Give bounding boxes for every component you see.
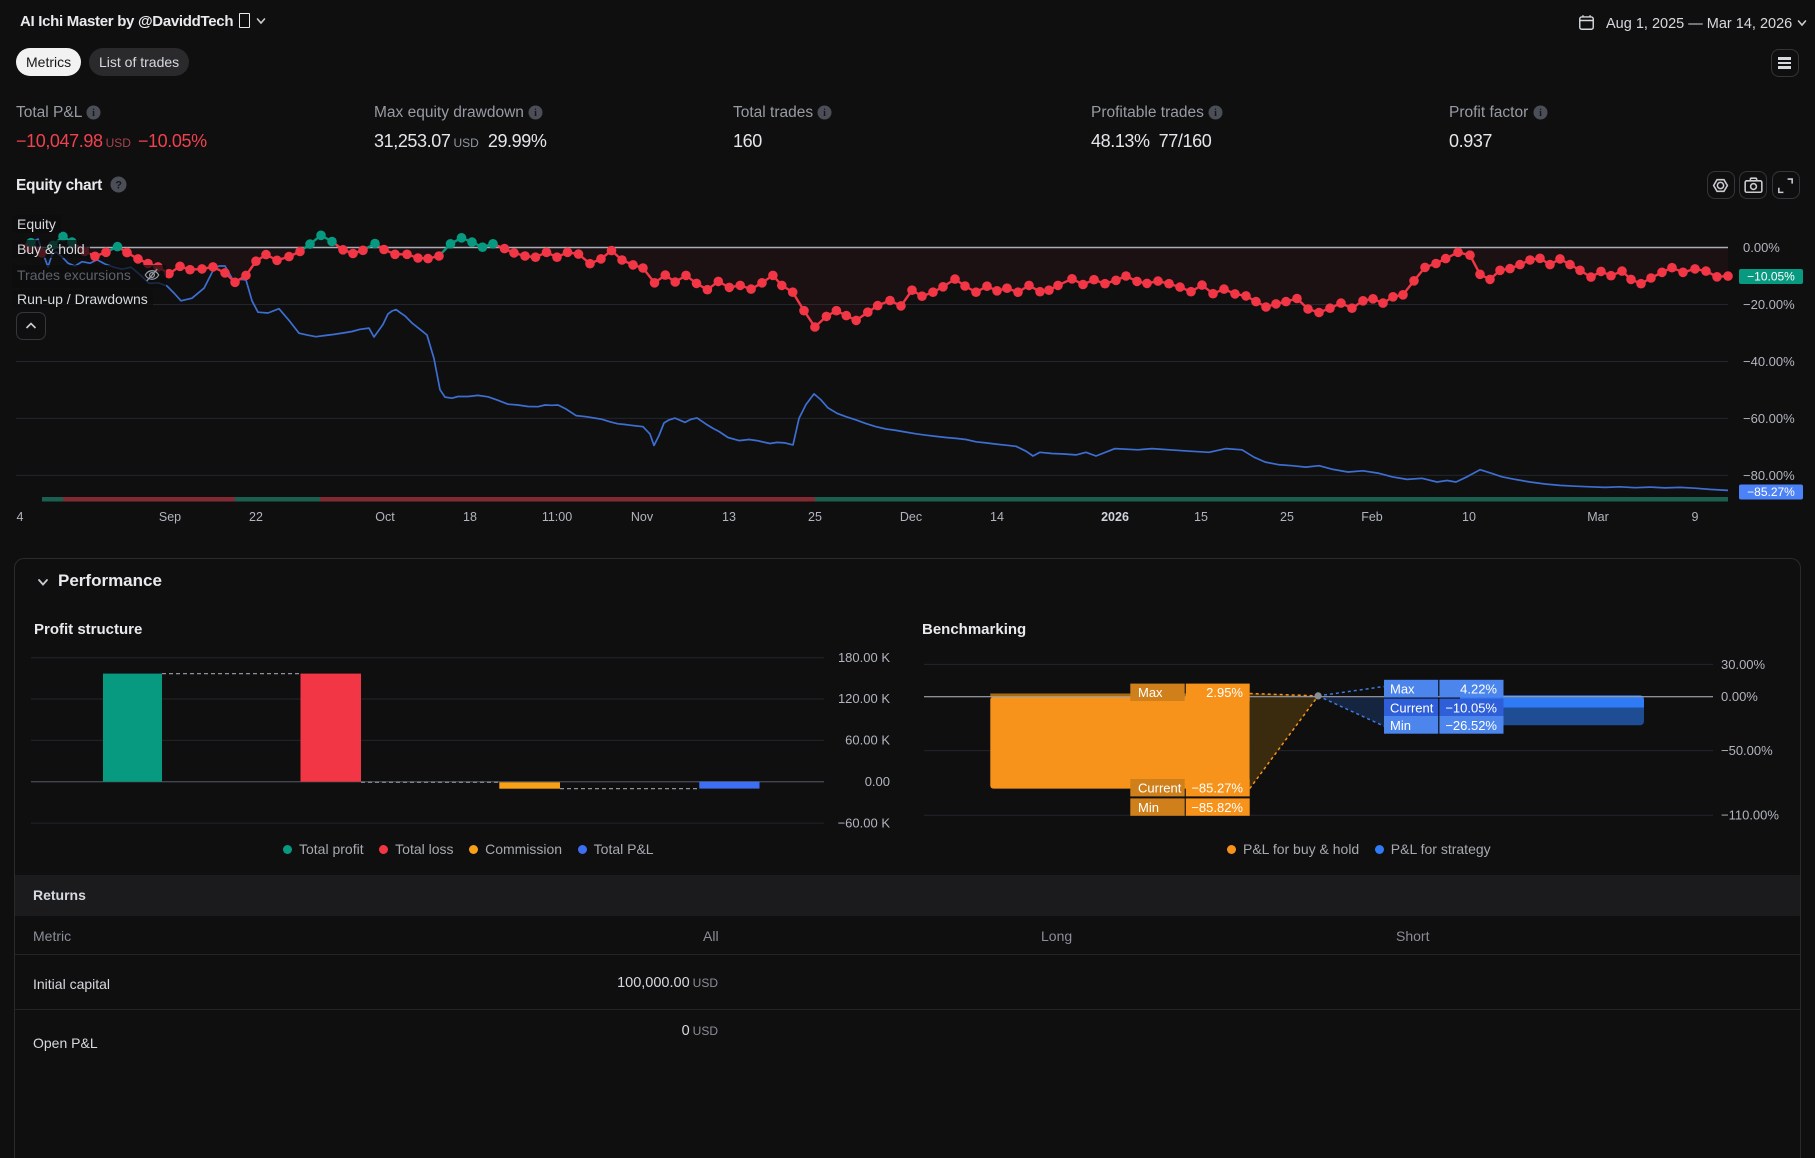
svg-text:0.00%: 0.00% — [1721, 689, 1758, 704]
svg-text:120.00 K: 120.00 K — [838, 691, 890, 706]
svg-text:4.22%: 4.22% — [1460, 682, 1497, 697]
svg-text:Current: Current — [1138, 781, 1182, 796]
svg-text:Min: Min — [1138, 800, 1159, 815]
svg-text:−85.27%: −85.27% — [1191, 781, 1243, 796]
svg-text:180.00 K: 180.00 K — [838, 650, 890, 665]
svg-text:−60.00 K: −60.00 K — [838, 815, 891, 830]
svg-text:−85.82%: −85.82% — [1191, 800, 1243, 815]
svg-text:Max: Max — [1138, 685, 1163, 700]
svg-text:−26.52%: −26.52% — [1445, 718, 1497, 733]
svg-text:30.00%: 30.00% — [1721, 657, 1766, 672]
svg-text:Min: Min — [1390, 718, 1411, 733]
svg-text:60.00 K: 60.00 K — [845, 733, 890, 748]
svg-text:0.00: 0.00 — [865, 774, 890, 789]
svg-text:Max: Max — [1390, 682, 1415, 697]
svg-text:2.95%: 2.95% — [1206, 685, 1243, 700]
svg-text:−10.05%: −10.05% — [1445, 700, 1497, 715]
svg-text:Current: Current — [1390, 700, 1434, 715]
svg-text:−110.00%: −110.00% — [1721, 808, 1779, 823]
svg-text:−50.00%: −50.00% — [1721, 743, 1773, 758]
